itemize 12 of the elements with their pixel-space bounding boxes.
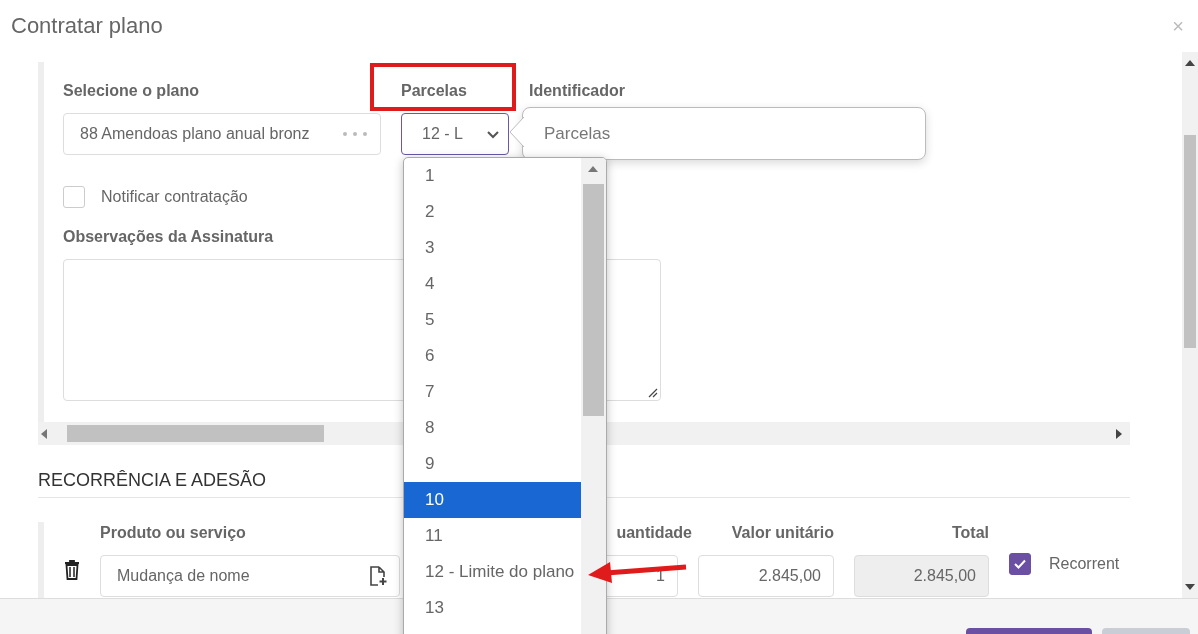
field-label: Selecione o plano — [63, 82, 201, 101]
field-label: Total — [951, 524, 989, 543]
field-label: Parcelas — [401, 82, 468, 101]
field-label: Observações da Assinatura — [63, 228, 274, 247]
field-label: uantidade — [616, 524, 692, 543]
field-label: Produto ou serviço — [100, 524, 247, 543]
field-label: Valor unitário — [731, 524, 834, 543]
checkbox-label: Notificar contratação — [101, 188, 248, 206]
window-title: Contratar plano — [11, 13, 163, 39]
total-field: 2.845,00 — [854, 555, 989, 597]
field-label: Identificador — [529, 82, 625, 101]
checkbox-label: Recorrent — [1049, 555, 1120, 573]
